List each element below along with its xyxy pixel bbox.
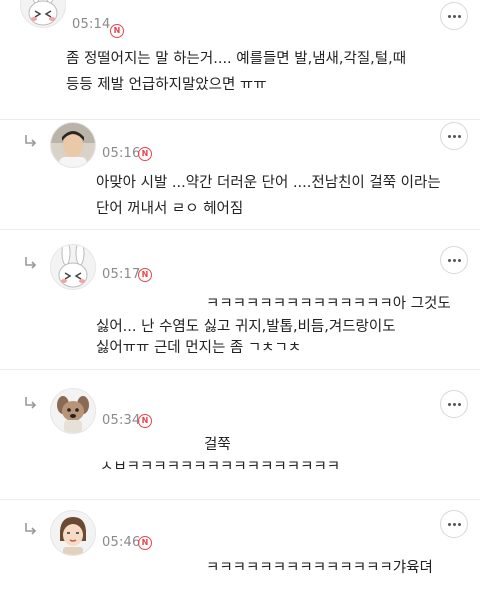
more-dot-icon: [458, 523, 461, 526]
comment-text-line: 단어 꺼내서 ㄹㅇ 헤어짐: [96, 201, 244, 217]
more-dot-icon: [448, 403, 451, 406]
comment-item: 05:17 N ㅋㅋㅋㅋㅋㅋㅋㅋㅋㅋㅋㅋㅋㅋ아 그것도 싫어... 난 수염도 …: [0, 230, 480, 370]
more-dot-icon: [448, 135, 451, 138]
more-dot-icon: [453, 259, 456, 262]
more-options-button[interactable]: [440, 122, 468, 150]
dog-avatar-icon: [51, 389, 95, 433]
more-options-button[interactable]: [440, 246, 468, 274]
more-dot-icon: [458, 15, 461, 18]
new-badge: N: [138, 147, 152, 161]
comment-time: 05:16: [102, 146, 141, 161]
more-dot-icon: [453, 523, 456, 526]
comment-item: 05:46 N ㅋㅋㅋㅋㅋㅋㅋㅋㅋㅋㅋㅋㅋㅋ갸육뎌: [0, 500, 480, 600]
new-badge: N: [138, 268, 152, 282]
reply-arrow-icon: [25, 397, 37, 409]
more-dot-icon: [458, 403, 461, 406]
comment-item: 05:34 N 걸쭉 ㅅㅂㅋㅋㅋㅋㅋㅋㅋㅋㅋㅋㅋㅋㅋㅋㅋㅋ: [0, 370, 480, 500]
reply-arrow-icon: [25, 135, 37, 147]
comment-item: 05:16 N 아맞아 시발 ...약간 더러운 단어 ....전남친이 걸쭉 …: [0, 120, 480, 230]
comment-text-line: 등등 제발 언급하지말았으면 ㅠㅠ: [66, 77, 267, 93]
avatar[interactable]: [50, 122, 96, 168]
more-dot-icon: [448, 15, 451, 18]
more-dot-icon: [448, 259, 451, 262]
comment-text-line: 싫어ㅠㅠ 근데 먼지는 좀 ㄱㅊㄱㅊ: [96, 340, 302, 356]
new-badge: N: [110, 24, 124, 38]
avatar[interactable]: [50, 510, 96, 556]
reply-arrow-icon: [25, 523, 37, 535]
more-dot-icon: [453, 135, 456, 138]
more-options-button[interactable]: [440, 2, 468, 30]
comment-text-line: 좀 정떨어지는 말 하는거.... 예를들면 발,냄새,각질,털,때: [66, 51, 407, 67]
comment-text-line: 아맞아 시발 ...약간 더러운 단어 ....전남친이 걸쭉 이라는: [96, 175, 441, 191]
comment-item: 05:14 N 좀 정떨어지는 말 하는거.... 예를들면 발,냄새,각질,털…: [0, 0, 480, 120]
girl-avatar-icon: [51, 511, 95, 555]
comment-time: 05:14: [72, 17, 111, 30]
bunny-avatar-icon: [51, 245, 95, 289]
more-dot-icon: [453, 15, 456, 18]
new-badge: N: [138, 536, 152, 550]
more-options-button[interactable]: [440, 510, 468, 538]
more-options-button[interactable]: [440, 390, 468, 418]
reply-arrow-icon: [25, 257, 37, 269]
more-dot-icon: [458, 259, 461, 262]
more-dot-icon: [458, 135, 461, 138]
comment-time: 05:46: [102, 535, 141, 550]
avatar[interactable]: [50, 388, 96, 434]
comment-time: 05:34: [102, 413, 141, 428]
avatar[interactable]: [50, 244, 96, 290]
comment-time: 05:17: [102, 267, 141, 282]
more-dot-icon: [453, 403, 456, 406]
comment-text-line: ㅋㅋㅋㅋㅋㅋㅋㅋㅋㅋㅋㅋㅋㅋ아 그것도: [206, 296, 451, 312]
more-dot-icon: [448, 523, 451, 526]
new-badge: N: [138, 414, 152, 428]
comment-text-line: ㅅㅂㅋㅋㅋㅋㅋㅋㅋㅋㅋㅋㅋㅋㅋㅋㅋㅋ: [100, 459, 341, 475]
person-photo-avatar-icon: [51, 123, 95, 167]
comment-text-line: ㅋㅋㅋㅋㅋㅋㅋㅋㅋㅋㅋㅋㅋㅋ갸육뎌: [206, 560, 433, 576]
